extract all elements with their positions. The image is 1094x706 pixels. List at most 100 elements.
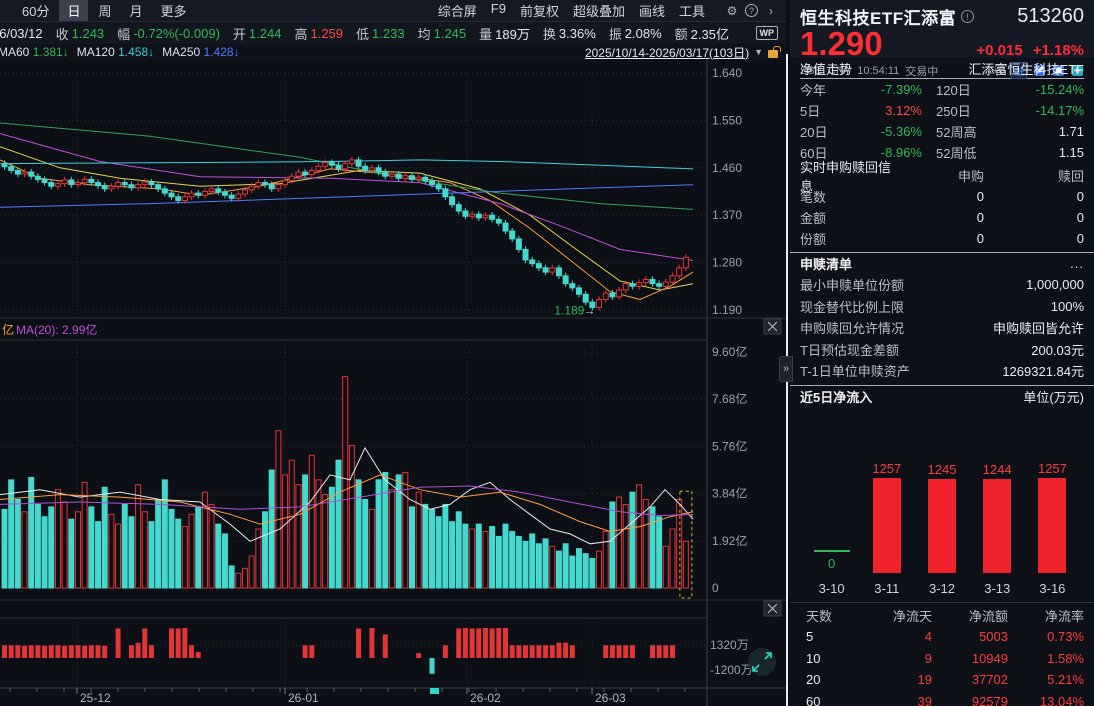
toolbar-menu-超级叠加[interactable]: 超级叠加 [566,0,632,21]
inflow-date-label: 3-10 [804,581,859,596]
realtime-row: 笔数00 [800,186,1084,207]
realtime-row: 金额00 [800,207,1084,228]
axis-event-marker [430,688,439,694]
expand-pane-icon[interactable] [748,648,776,676]
last-price: 1.290 [800,27,883,61]
inflow-bar-3-13: 1244 [970,421,1025,573]
inflow-bar-3-16: 1257 [1025,421,1080,573]
toolbar-menu-F9[interactable]: F9 [484,0,513,21]
list-row: T-1日单位申赎资产1269321.84元 [800,360,1084,382]
unlock-icon[interactable] [768,50,778,58]
period-tab-60分[interactable]: 60分 [14,0,57,21]
quote-field: 换3.36% [543,24,596,43]
inflow-date-label: 3-11 [859,581,914,596]
quote-field: 量189万 [479,24,530,43]
toolbar-menu-前复权[interactable]: 前复权 [513,0,566,21]
date-range[interactable]: 2025/10/14-2026/03/17(103日) [585,44,749,61]
flow-row: 5450030.73% [800,626,1084,648]
volume-ma20-legend: MA(20): 2.99亿 [16,322,97,337]
flow-row: 60399257913.04% [800,691,1084,706]
toolbar-menu-画线[interactable]: 画线 [632,0,672,21]
quote-field: 开1.244 [233,24,282,43]
period-tab-更多[interactable]: 更多 [153,0,195,21]
svg-text:→: → [583,304,595,318]
flow-row: 2019377025.21% [800,669,1084,691]
list-more-button[interactable]: ... [1070,256,1084,271]
nav-title[interactable]: 净值走势 [800,59,852,78]
settings-gear-icon[interactable]: ⚙ [723,4,741,18]
nav-row: 今年-7.39%120日-15.24% [800,79,1084,100]
inflow-section-header: 近5日净流入 单位(万元) [800,386,1084,407]
period-tab-日[interactable]: 日 [59,0,88,21]
period-tab-月[interactable]: 月 [122,0,151,21]
svg-text:1.640: 1.640 [712,66,742,80]
price-change-pct: +1.18% [1033,42,1084,59]
list-row: 申购赎回允许情况申购赎回皆允许 [800,317,1084,339]
list-row: 现金替代比例上限100% [800,296,1084,318]
toolbar-menu-工具[interactable]: 工具 [672,0,712,21]
list-section-header: 申赎清单 ... [800,253,1084,274]
svg-text:26-02: 26-02 [470,691,501,705]
svg-text:26-03: 26-03 [595,691,626,705]
flow-col-header: 净流额 [932,606,1008,625]
svg-text:9.60亿: 9.60亿 [712,344,747,359]
trading-app-window: 60分日周月更多 综合屏F9前复权超级叠加画线工具 ⚙ ? › 26/03/12… [0,0,1094,706]
close-indicator-pane-button[interactable] [764,601,781,616]
nav-section-header: 净值走势 汇添富恒生科技ETF [800,58,1084,79]
info-icon[interactable]: ! [961,10,974,23]
svg-text:1.280: 1.280 [712,256,742,270]
panel-collapse-handle[interactable]: » [779,356,793,382]
toolbar-more-chevron-icon[interactable]: › [762,4,780,18]
range-caret-icon[interactable]: ▼ [754,47,763,57]
low-price-label: 1.189 [554,304,584,318]
trading-status: 交易中 [905,63,938,79]
quote-time: 10:54:11 [857,65,899,77]
svg-text:3.84亿: 3.84亿 [712,486,747,501]
flow-table: 天数净流天净流额净流率 5450030.73%109109491.58%2019… [790,605,1094,706]
help-icon[interactable]: ? [745,4,758,17]
svg-text:25-12: 25-12 [80,691,111,705]
inflow-date-label: 3-13 [970,581,1025,596]
stock-code: 513260 [1017,5,1084,28]
stock-header: 恒生科技ETF汇添富 ! 513260 1.290 +0.015 +1.18% … [790,0,1094,58]
quote-field: 振2.08% [609,24,662,43]
svg-text:1320万: 1320万 [710,638,749,652]
period-tab-周[interactable]: 周 [90,0,119,21]
svg-text:1.460: 1.460 [712,161,742,175]
svg-text:0: 0 [712,581,719,595]
ma-legend-MA60: MA60 1.381↓ [0,45,69,59]
fund-full-name: 汇添富恒生科技ETF [968,59,1084,78]
inflow-bar-3-10: 0 [804,421,859,573]
inflow-date-label: 3-12 [914,581,969,596]
quote-field: 均1.245 [418,24,467,43]
quote-field: 幅-0.72%(-0.009) [117,24,220,43]
ma-legend-MA120: MA120 1.458↓ [79,45,154,59]
svg-text:26-01: 26-01 [288,691,319,705]
svg-text:1.550: 1.550 [712,113,742,127]
volume-ma5-legend: 亿 [2,322,14,337]
svg-text:1.92亿: 1.92亿 [712,533,747,548]
wp-badge-icon[interactable]: WP [756,26,779,40]
list-row: T日预估现金差额200.03元 [800,339,1084,361]
inflow-bar-3-12: 1245 [914,421,969,573]
kline-chart-area[interactable]: 1.6401.5501.4601.3701.2801.1901.189→亿MA(… [0,60,786,706]
quote-field: 收1.243 [56,24,105,43]
list-row: 最小申赎单位份额1,000,000 [800,274,1084,296]
right-info-panel: 恒生科技ETF汇添富 ! 513260 1.290 +0.015 +1.18% … [790,0,1094,706]
realtime-section-header: 实时申购赎回信息 申购 赎回 [800,165,1084,186]
flow-col-header: 净流天 [856,606,932,625]
nav-row: 5日3.12%250日-14.17% [800,100,1084,121]
toolbar-menu-综合屏[interactable]: 综合屏 [431,0,484,21]
inflow-bar-3-11: 1257 [859,421,914,573]
flow-col-header: 天数 [800,606,856,625]
price-change: +0.015 [976,42,1022,59]
inflow-unit: 单位(万元) [1023,387,1084,406]
ma-legend-bar: MA60 1.381↓ MA120 1.458↓ MA250 1.428↓ 2025… [0,44,786,60]
close-volume-pane-button[interactable] [764,319,781,334]
svg-text:-1200万: -1200万 [710,663,753,677]
inflow-date-label: 3-16 [1025,581,1080,596]
quote-field: 额2.35亿 [675,24,729,43]
nav-row: 20日-5.36%52周高1.71 [800,121,1084,142]
svg-text:7.68亿: 7.68亿 [712,391,747,406]
ma-legend-MA250: MA250 1.428↓ [164,45,239,59]
